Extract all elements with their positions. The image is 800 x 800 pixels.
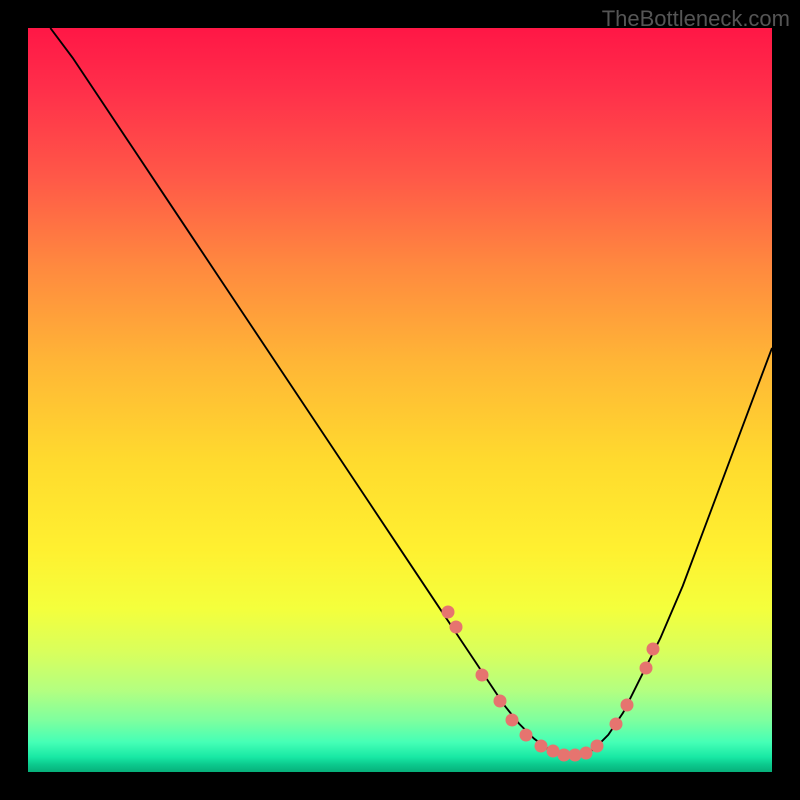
data-point	[639, 661, 652, 674]
data-point	[520, 728, 533, 741]
watermark-text: TheBottleneck.com	[602, 6, 790, 32]
data-point	[505, 713, 518, 726]
scatter-points-layer	[28, 28, 772, 772]
data-point	[475, 669, 488, 682]
data-point	[442, 606, 455, 619]
data-point	[609, 717, 622, 730]
data-point	[620, 699, 633, 712]
data-point	[449, 620, 462, 633]
plot-area	[28, 28, 772, 772]
data-point	[494, 695, 507, 708]
data-point	[591, 739, 604, 752]
data-point	[646, 643, 659, 656]
